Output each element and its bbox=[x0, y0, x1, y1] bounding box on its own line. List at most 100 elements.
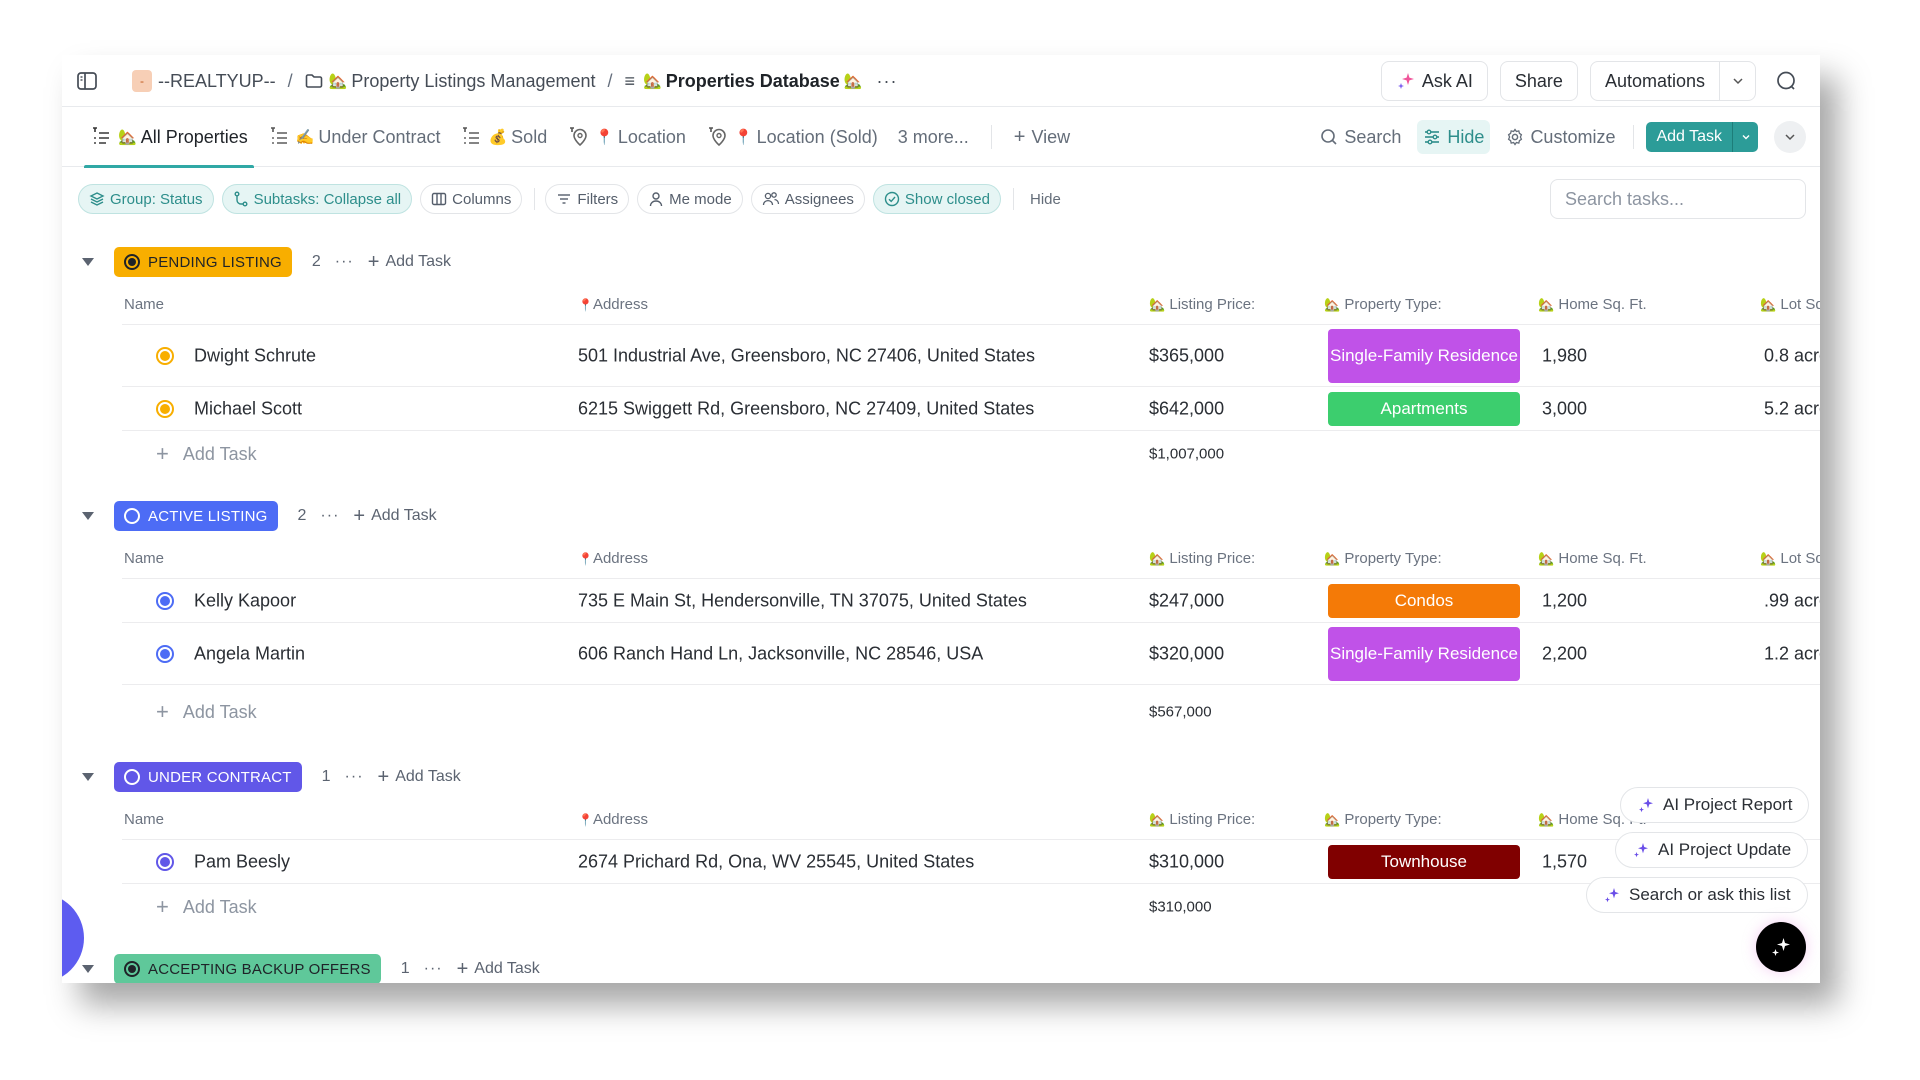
table-row[interactable]: Kelly Kapoor 735 E Main St, Hendersonvil… bbox=[122, 579, 1820, 623]
task-name[interactable]: Kelly Kapoor bbox=[194, 590, 296, 611]
table-row[interactable]: Pam Beesly 2674 Prichard Rd, Ona, WV 255… bbox=[122, 840, 1820, 884]
automations-main[interactable]: Automations bbox=[1591, 62, 1719, 100]
column-header-type[interactable]: 🏡 Property Type: bbox=[1324, 811, 1442, 828]
property-type-badge[interactable]: Single-Family Residence bbox=[1328, 328, 1520, 383]
status-dot-icon[interactable] bbox=[156, 852, 174, 871]
column-header-address[interactable]: 📍Address bbox=[578, 550, 648, 567]
filters-chip[interactable]: Filters bbox=[545, 184, 630, 214]
group-more-button[interactable]: ··· bbox=[320, 507, 339, 525]
add-view-button[interactable]: + View bbox=[1004, 107, 1080, 167]
ask-ai-button[interactable]: Ask AI bbox=[1380, 61, 1488, 101]
property-type-badge[interactable]: Apartments bbox=[1328, 391, 1520, 426]
task-name[interactable]: Michael Scott bbox=[194, 398, 302, 419]
status-badge[interactable]: PENDING LISTING bbox=[114, 247, 292, 277]
sidebar-toggle-icon[interactable] bbox=[76, 70, 98, 92]
column-header-address[interactable]: 📍Address bbox=[578, 296, 648, 313]
tab-location[interactable]: 📍 Location bbox=[557, 107, 696, 167]
chevron-down-icon[interactable] bbox=[1732, 122, 1758, 152]
collapse-triangle-icon[interactable] bbox=[82, 258, 94, 266]
column-header-name[interactable]: Name bbox=[124, 550, 164, 567]
column-header-lot[interactable]: 🏡 Lot Sq bbox=[1760, 550, 1820, 567]
ai-project-report-button[interactable]: AI Project Report bbox=[1620, 787, 1810, 823]
column-header-sqft[interactable]: 🏡 Home Sq. Ft. bbox=[1538, 296, 1647, 313]
task-name[interactable]: Dwight Schrute bbox=[194, 345, 316, 366]
property-type-badge[interactable]: Condos bbox=[1328, 583, 1520, 618]
group-add-task-button[interactable]: + Add Task bbox=[353, 505, 436, 528]
add-task-inline-button[interactable]: + Add Task bbox=[156, 894, 257, 920]
columns-chip[interactable]: Columns bbox=[420, 184, 523, 214]
chat-icon[interactable] bbox=[1768, 63, 1804, 99]
collapse-triangle-icon[interactable] bbox=[82, 773, 94, 781]
column-header-type[interactable]: 🏡 Property Type: bbox=[1324, 550, 1442, 567]
status-dot-icon[interactable] bbox=[156, 591, 174, 610]
property-type-badge[interactable]: Townhouse bbox=[1328, 844, 1520, 879]
collapse-triangle-icon[interactable] bbox=[82, 965, 94, 973]
status-dot-icon[interactable] bbox=[156, 346, 174, 365]
search-button[interactable]: Search bbox=[1314, 120, 1407, 154]
table-row[interactable]: Angela Martin 606 Ranch Hand Ln, Jackson… bbox=[122, 623, 1820, 685]
property-type-badge[interactable]: Single-Family Residence bbox=[1328, 626, 1520, 681]
column-header-price[interactable]: 🏡 Listing Price: bbox=[1149, 811, 1255, 828]
status-dot-icon[interactable] bbox=[156, 399, 174, 418]
add-task-inline-button[interactable]: + Add Task bbox=[156, 699, 257, 725]
column-header-lot[interactable]: 🏡 Lot Sq bbox=[1760, 296, 1820, 313]
breadcrumb-folder[interactable]: Property Listings Management bbox=[351, 71, 595, 92]
search-tasks-input[interactable] bbox=[1550, 179, 1806, 219]
status-badge[interactable]: ACCEPTING BACKUP OFFERS bbox=[114, 954, 381, 983]
column-header-name[interactable]: Name bbox=[124, 296, 164, 313]
tab-sold[interactable]: 💰 Sold bbox=[450, 107, 557, 167]
me-mode-chip[interactable]: Me mode bbox=[637, 184, 743, 214]
hide-filters-button[interactable]: Hide bbox=[1024, 182, 1067, 216]
tab-location-sold[interactable]: 📍 Location (Sold) bbox=[696, 107, 888, 167]
chevron-down-icon[interactable] bbox=[1719, 62, 1755, 100]
column-header-price[interactable]: 🏡 Listing Price: bbox=[1149, 296, 1255, 313]
column-header-sqft[interactable]: 🏡 Home Sq. Ft. bbox=[1538, 550, 1647, 567]
property-type-label: Townhouse bbox=[1328, 844, 1520, 879]
breadcrumb-list[interactable]: Properties Database bbox=[666, 71, 840, 92]
group-more-button[interactable]: ··· bbox=[345, 768, 364, 786]
group-count: 1 bbox=[400, 960, 410, 977]
ai-search-list-button[interactable]: Search or ask this list bbox=[1586, 877, 1808, 913]
breadcrumb-separator: / bbox=[607, 70, 613, 91]
more-views-button[interactable]: 3 more... bbox=[888, 107, 979, 167]
group-more-button[interactable]: ··· bbox=[335, 253, 354, 271]
column-header-address[interactable]: 📍Address bbox=[578, 811, 648, 828]
add-task-inline-button[interactable]: + Add Task bbox=[156, 441, 257, 467]
group-add-task-button[interactable]: + Add Task bbox=[378, 766, 461, 789]
breadcrumb-separator: / bbox=[287, 70, 293, 91]
house-emoji-icon: 🏡 bbox=[1149, 297, 1166, 312]
more-options-button[interactable]: ··· bbox=[876, 71, 897, 92]
task-name[interactable]: Angela Martin bbox=[194, 643, 305, 664]
status-dot-icon[interactable] bbox=[156, 644, 174, 663]
subtasks-chip[interactable]: Subtasks: Collapse all bbox=[221, 184, 413, 214]
add-task-main[interactable]: Add Task bbox=[1646, 122, 1732, 152]
breadcrumb-workspace[interactable]: --REALTYUP-- bbox=[158, 71, 276, 92]
task-name[interactable]: Pam Beesly bbox=[194, 851, 290, 872]
customize-button[interactable]: Customize bbox=[1500, 120, 1621, 154]
status-badge[interactable]: UNDER CONTRACT bbox=[114, 762, 302, 792]
share-button[interactable]: Share bbox=[1499, 61, 1578, 101]
table-row[interactable]: Dwight Schrute 501 Industrial Ave, Green… bbox=[122, 325, 1820, 387]
layers-icon bbox=[89, 191, 105, 207]
group-more-button[interactable]: ··· bbox=[424, 960, 443, 978]
tab-under-contract[interactable]: ✍️ Under Contract bbox=[258, 107, 451, 167]
column-header-price[interactable]: 🏡 Listing Price: bbox=[1149, 550, 1255, 567]
collapse-triangle-icon[interactable] bbox=[82, 512, 94, 520]
hide-button[interactable]: Hide bbox=[1417, 120, 1491, 154]
ai-assistant-fab[interactable] bbox=[1756, 922, 1806, 972]
group-by-chip[interactable]: Group: Status bbox=[78, 184, 214, 214]
table-row[interactable]: Michael Scott 6215 Swiggett Rd, Greensbo… bbox=[122, 387, 1820, 431]
ai-project-update-button[interactable]: AI Project Update bbox=[1615, 832, 1809, 868]
tab-label: Sold bbox=[511, 126, 548, 147]
group-add-task-button[interactable]: + Add Task bbox=[368, 251, 451, 274]
status-badge[interactable]: ACTIVE LISTING bbox=[114, 501, 278, 531]
add-task-label: Add Task bbox=[395, 768, 461, 785]
collapse-toolbar-button[interactable] bbox=[1774, 121, 1806, 153]
assignees-chip[interactable]: Assignees bbox=[750, 184, 865, 214]
group-add-task-button[interactable]: + Add Task bbox=[457, 958, 540, 981]
status-group: PENDING LISTING 2 ··· + Add Task Name 📍A… bbox=[62, 245, 1820, 477]
column-header-name[interactable]: Name bbox=[124, 811, 164, 828]
tab-all-properties[interactable]: 🏡 All Properties bbox=[80, 107, 258, 168]
show-closed-chip[interactable]: Show closed bbox=[872, 184, 1001, 214]
column-header-type[interactable]: 🏡 Property Type: bbox=[1324, 296, 1442, 313]
